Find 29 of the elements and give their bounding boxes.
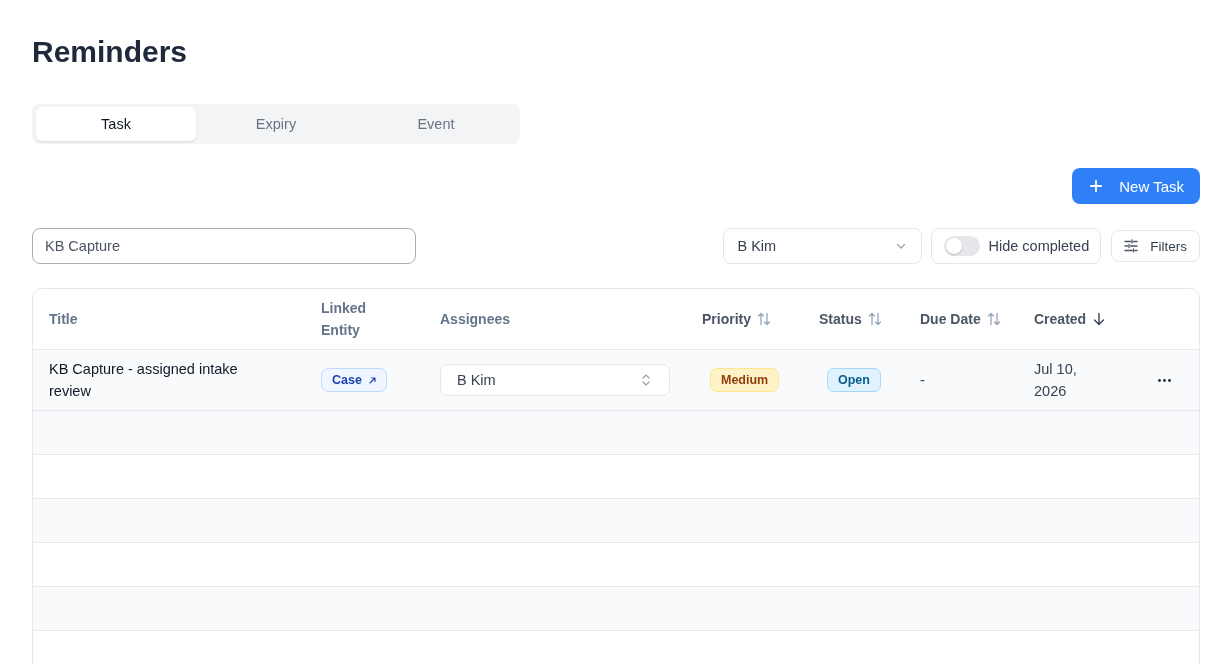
- tab[interactable]: Event: [356, 107, 516, 141]
- priority-badge: Medium: [710, 368, 780, 392]
- toggle-switch[interactable]: [943, 236, 980, 256]
- filters-button[interactable]: Filters: [1111, 230, 1200, 262]
- assignee-filter-select[interactable]: B Kim: [722, 228, 922, 264]
- new-task-button[interactable]: New Task: [1072, 168, 1200, 204]
- plus-icon: [1090, 180, 1103, 192]
- column-header: Linked Entity: [321, 299, 368, 340]
- column-header: Title: [49, 310, 78, 329]
- column-sort-button[interactable]: Due Date: [920, 308, 1001, 330]
- sliders-icon: [1124, 239, 1139, 253]
- column-header: Assignees: [440, 310, 511, 329]
- linked-entity-link[interactable]: Case: [321, 368, 387, 392]
- more-icon: [1158, 378, 1171, 382]
- page-title: Reminders: [32, 34, 188, 70]
- task-title: KB Capture - assigned intake review: [49, 360, 239, 401]
- tab[interactable]: Expiry: [196, 107, 356, 141]
- status-badge: Open: [827, 368, 881, 392]
- column-sort-button[interactable]: Priority: [702, 308, 771, 330]
- arrow-up-right-icon: [368, 376, 376, 384]
- due-date: -: [920, 371, 925, 390]
- hide-completed-toggle[interactable]: Hide completed: [930, 228, 1102, 264]
- search-field[interactable]: KB Capture: [32, 228, 416, 264]
- created-date: Jul 10, 2026: [1034, 360, 1078, 401]
- column-sort-button[interactable]: Status: [819, 308, 882, 330]
- assignee-select[interactable]: B Kim: [440, 364, 670, 396]
- tab[interactable]: Task: [36, 107, 196, 141]
- chevron-up-down-icon: [641, 373, 651, 387]
- column-sort-button[interactable]: Created: [1034, 308, 1107, 330]
